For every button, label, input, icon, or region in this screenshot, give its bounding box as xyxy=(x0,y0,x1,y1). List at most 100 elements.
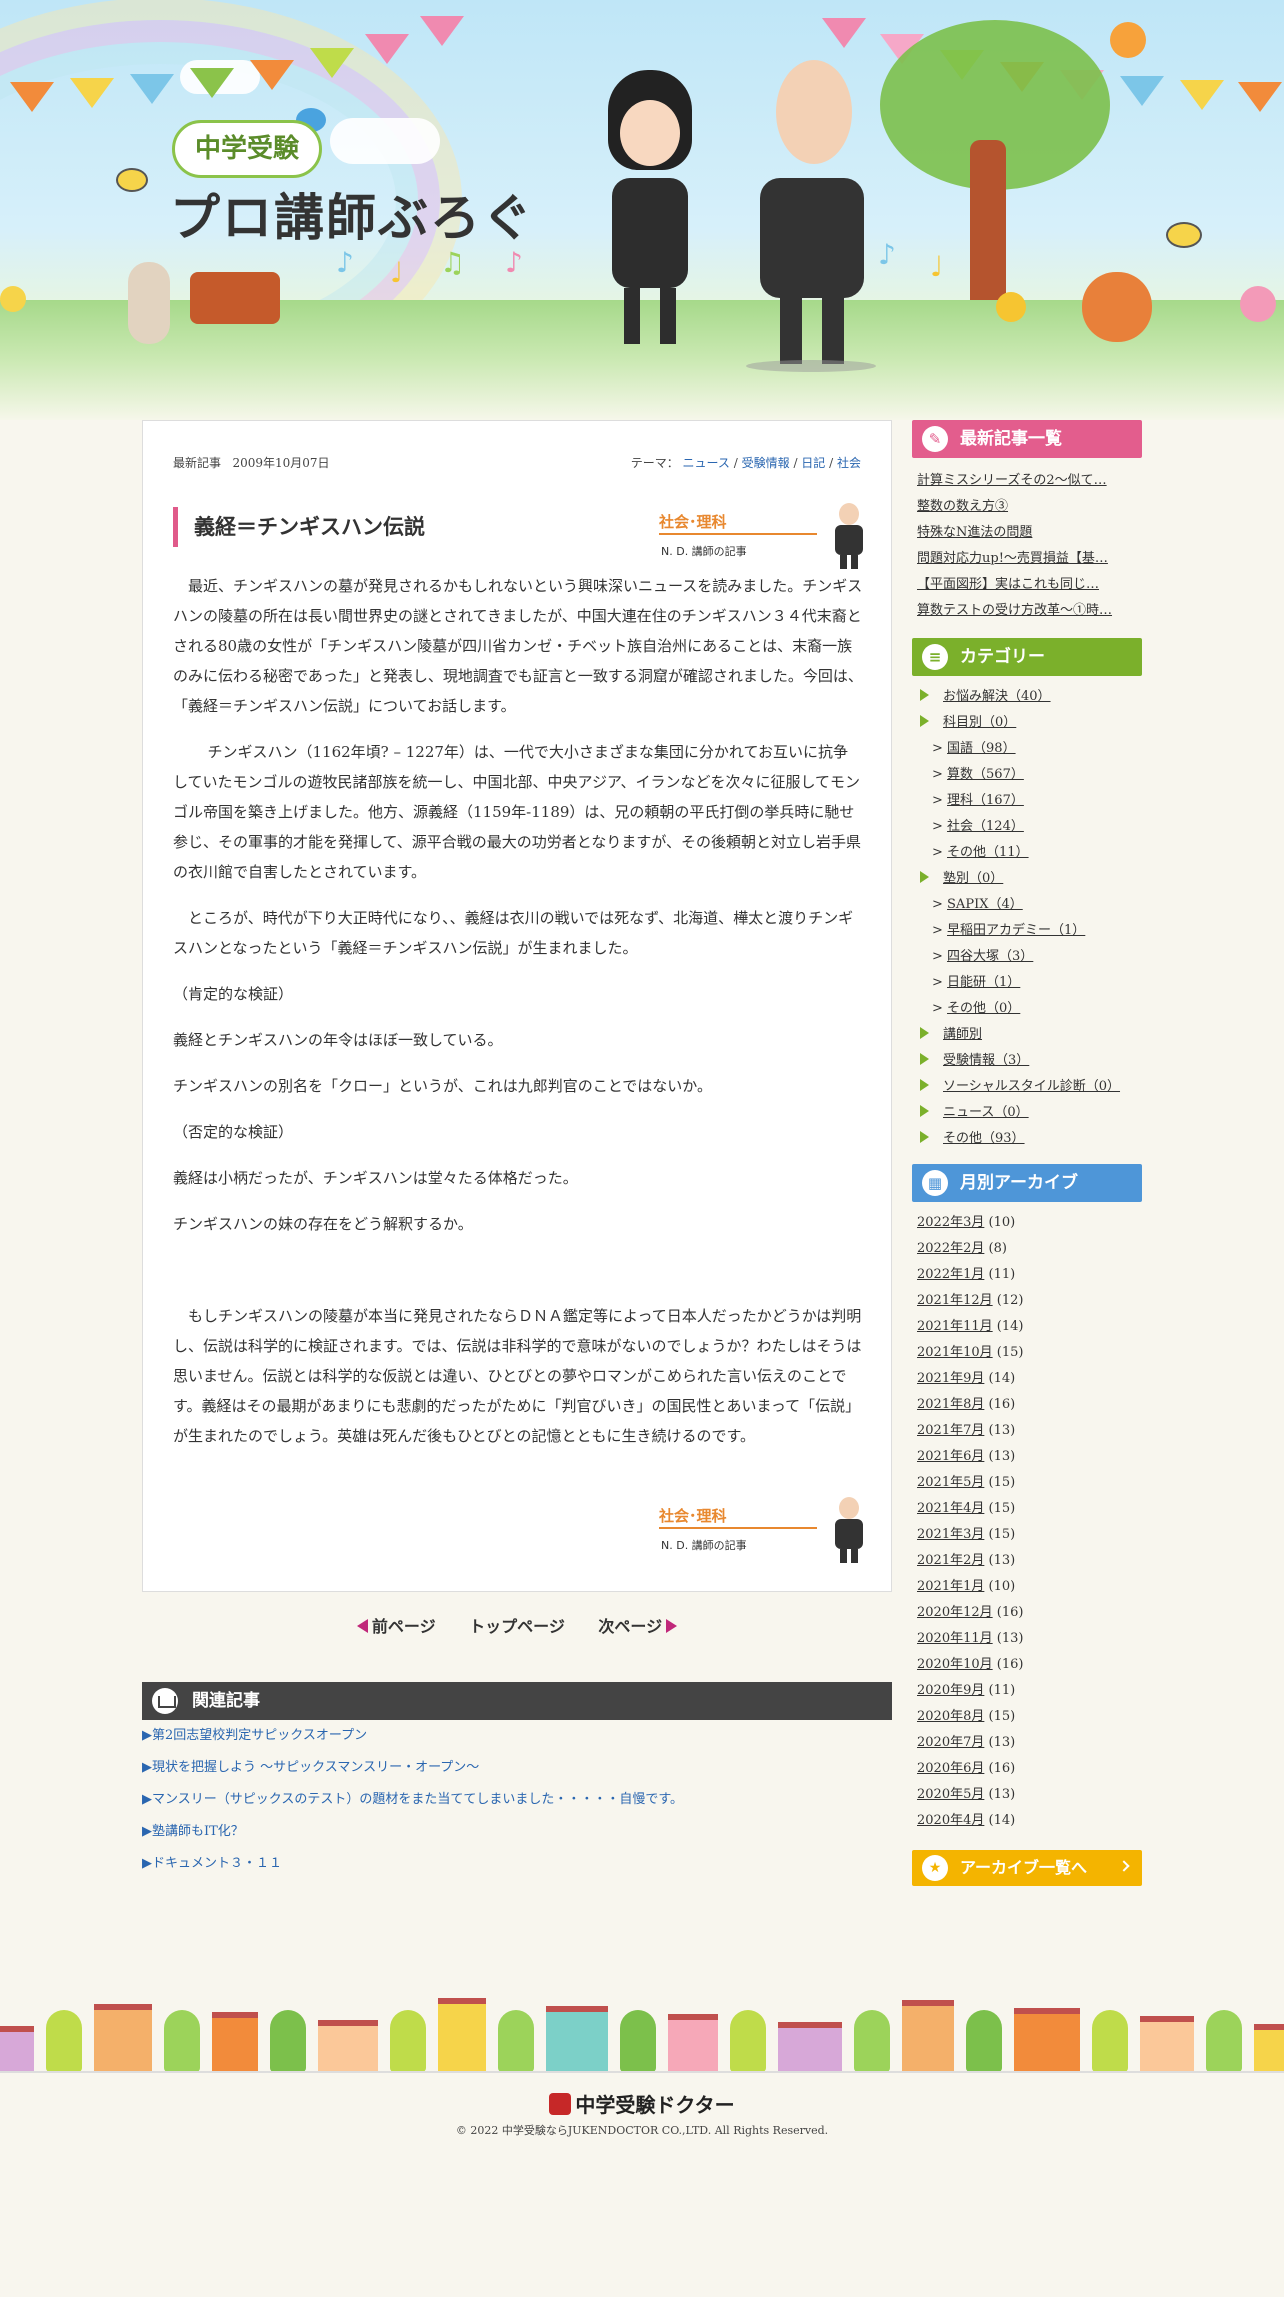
arrow-left-icon xyxy=(356,1619,368,1633)
archive-month-link[interactable]: 2020年5月 xyxy=(917,1787,984,1802)
logo-subtitle[interactable]: 中学受験 xyxy=(172,120,322,178)
archive-month-item[interactable]: 2021年4月 (15) xyxy=(912,1496,1142,1522)
archive-month-link[interactable]: 2020年4月 xyxy=(917,1813,984,1828)
archive-month-link[interactable]: 2021年11月 xyxy=(917,1319,993,1334)
theme-link-diary[interactable]: 日記 xyxy=(801,456,825,470)
archive-month-item[interactable]: 2020年12月 (16) xyxy=(912,1600,1142,1626)
archive-list-button[interactable]: ★ アーカイブ一覧へ xyxy=(912,1850,1142,1886)
related-article-link[interactable]: ▶第2回志望校判定サピックスオープン xyxy=(142,1726,892,1758)
archive-month-link[interactable]: 2021年3月 xyxy=(917,1527,984,1542)
footer-logo[interactable]: 中学受験ドクター xyxy=(0,2089,1284,2118)
category-item[interactable]: > その他（0） xyxy=(912,996,1142,1022)
archive-month-link[interactable]: 2020年8月 xyxy=(917,1709,984,1724)
paragraph: 最近、チンギスハンの墓が発見されるかもしれないという興味深いニュースを読みました… xyxy=(173,577,863,715)
related-article-link[interactable]: ▶塾講師もIT化？ xyxy=(142,1822,892,1854)
related-article-link[interactable]: ▶ドキュメント３・１１ xyxy=(142,1854,892,1886)
category-item[interactable]: > SAPIX（4） xyxy=(912,892,1142,918)
archive-month-item[interactable]: 2020年6月 (16) xyxy=(912,1756,1142,1782)
category-item[interactable]: > 日能研（1） xyxy=(912,970,1142,996)
archive-month-item[interactable]: 2020年5月 (13) xyxy=(912,1782,1142,1808)
recent-post-link[interactable]: 計算ミスシリーズその2～似て… xyxy=(912,468,1142,494)
next-page-link[interactable]: 次ページ xyxy=(598,1613,678,1637)
category-item[interactable]: 科目別（0） xyxy=(912,710,1142,736)
category-label: 受験情報（3） xyxy=(943,1053,1030,1068)
recent-post-link[interactable]: 算数テストの受け方改革～①時… xyxy=(912,598,1142,624)
top-page-link[interactable]: トップページ xyxy=(469,1613,565,1637)
archive-month-item[interactable]: 2022年3月 (10) xyxy=(912,1210,1142,1236)
archive-month-link[interactable]: 2020年10月 xyxy=(917,1657,993,1672)
archive-month-item[interactable]: 2020年8月 (15) xyxy=(912,1704,1142,1730)
house-illustration xyxy=(1014,2008,1080,2072)
archive-month-link[interactable]: 2020年7月 xyxy=(917,1735,984,1750)
archive-month-link[interactable]: 2021年5月 xyxy=(917,1475,984,1490)
archive-month-item[interactable]: 2021年1月 (10) xyxy=(912,1574,1142,1600)
category-item[interactable]: > 国語（98） xyxy=(912,736,1142,762)
related-article-link[interactable]: ▶マンスリー（サピックスのテスト）の題材をまた当ててしまいました・・・・・自慢で… xyxy=(142,1790,892,1822)
category-item[interactable]: 塾別（0） xyxy=(912,866,1142,892)
archive-month-link[interactable]: 2021年6月 xyxy=(917,1449,984,1464)
category-item[interactable]: > 理科（167） xyxy=(912,788,1142,814)
theme-link-social[interactable]: 社会 xyxy=(837,456,861,470)
archive-month-item[interactable]: 2022年1月 (11) xyxy=(912,1262,1142,1288)
archive-month-link[interactable]: 2021年2月 xyxy=(917,1553,984,1568)
archive-month-link[interactable]: 2020年12月 xyxy=(917,1605,993,1620)
triangle-bullet-icon xyxy=(920,1027,929,1039)
archive-month-item[interactable]: 2021年12月 (12) xyxy=(912,1288,1142,1314)
archive-month-item[interactable]: 2021年3月 (15) xyxy=(912,1522,1142,1548)
bunting-flag xyxy=(10,82,54,112)
category-item[interactable]: > 早稲田アカデミー（1） xyxy=(912,918,1142,944)
logo-title[interactable]: プロ講師ぶろぐ xyxy=(170,178,534,250)
archive-month-item[interactable]: 2021年11月 (14) xyxy=(912,1314,1142,1340)
category-item[interactable]: > 社会（124） xyxy=(912,814,1142,840)
archive-month-item[interactable]: 2021年8月 (16) xyxy=(912,1392,1142,1418)
flower-illustration xyxy=(996,292,1026,322)
category-item[interactable]: > 算数（567） xyxy=(912,762,1142,788)
theme-link-news[interactable]: ニュース xyxy=(683,456,730,470)
archive-month-item[interactable]: 2020年11月 (13) xyxy=(912,1626,1142,1652)
category-item[interactable]: > 四谷大塚（3） xyxy=(912,944,1142,970)
archive-month-link[interactable]: 2021年10月 xyxy=(917,1345,993,1360)
archive-month-item[interactable]: 2020年7月 (13) xyxy=(912,1730,1142,1756)
recent-post-link[interactable]: 整数の数え方③ xyxy=(912,494,1142,520)
category-item[interactable]: 講師別 xyxy=(912,1022,1142,1048)
category-item[interactable]: 受験情報（3） xyxy=(912,1048,1142,1074)
category-item[interactable]: お悩み解決（40） xyxy=(912,684,1142,710)
archive-month-link[interactable]: 2020年11月 xyxy=(917,1631,993,1646)
archive-month-item[interactable]: 2021年7月 (13) xyxy=(912,1418,1142,1444)
archive-month-link[interactable]: 2021年12月 xyxy=(917,1293,993,1308)
category-label: ソーシャルスタイル診断（0） xyxy=(943,1079,1121,1094)
category-item[interactable]: その他（93） xyxy=(912,1126,1142,1152)
archive-month-link[interactable]: 2021年7月 xyxy=(917,1423,984,1438)
category-label: その他（11） xyxy=(947,845,1029,860)
triangle-bullet-icon xyxy=(920,1079,929,1091)
archive-month-item[interactable]: 2020年10月 (16) xyxy=(912,1652,1142,1678)
archive-month-count: (16) xyxy=(996,1605,1024,1620)
recent-post-link[interactable]: 問題対応力up!～売買損益【基… xyxy=(912,546,1142,572)
archive-month-item[interactable]: 2021年5月 (15) xyxy=(912,1470,1142,1496)
archive-month-item[interactable]: 2020年9月 (11) xyxy=(912,1678,1142,1704)
archive-month-link[interactable]: 2022年2月 xyxy=(917,1241,984,1256)
music-note-icon: ♩ xyxy=(930,250,944,283)
archive-month-link[interactable]: 2021年8月 xyxy=(917,1397,984,1412)
archive-month-link[interactable]: 2022年1月 xyxy=(917,1267,984,1282)
archive-month-link[interactable]: 2021年1月 xyxy=(917,1579,984,1594)
theme-link-exam-info[interactable]: 受験情報 xyxy=(742,456,790,470)
related-article-link[interactable]: ▶現状を把握しよう ～サピックスマンスリー・オープン～ xyxy=(142,1758,892,1790)
archive-month-item[interactable]: 2021年6月 (13) xyxy=(912,1444,1142,1470)
archive-month-link[interactable]: 2021年4月 xyxy=(917,1501,984,1516)
archive-month-item[interactable]: 2021年9月 (14) xyxy=(912,1366,1142,1392)
category-item[interactable]: ソーシャルスタイル診断（0） xyxy=(912,1074,1142,1100)
recent-post-link[interactable]: 【平面図形】実はこれも同じ… xyxy=(912,572,1142,598)
archive-month-link[interactable]: 2020年9月 xyxy=(917,1683,984,1698)
archive-month-item[interactable]: 2021年10月 (15) xyxy=(912,1340,1142,1366)
category-item[interactable]: > その他（11） xyxy=(912,840,1142,866)
archive-month-link[interactable]: 2020年6月 xyxy=(917,1761,984,1776)
prev-page-link[interactable]: 前ページ xyxy=(356,1613,436,1637)
archive-month-link[interactable]: 2022年3月 xyxy=(917,1215,984,1230)
category-item[interactable]: ニュース（0） xyxy=(912,1100,1142,1126)
recent-post-link[interactable]: 特殊なN進法の問題 xyxy=(912,520,1142,546)
archive-month-item[interactable]: 2020年4月 (14) xyxy=(912,1808,1142,1834)
archive-month-item[interactable]: 2022年2月 (8) xyxy=(912,1236,1142,1262)
archive-month-item[interactable]: 2021年2月 (13) xyxy=(912,1548,1142,1574)
archive-month-link[interactable]: 2021年9月 xyxy=(917,1371,984,1386)
